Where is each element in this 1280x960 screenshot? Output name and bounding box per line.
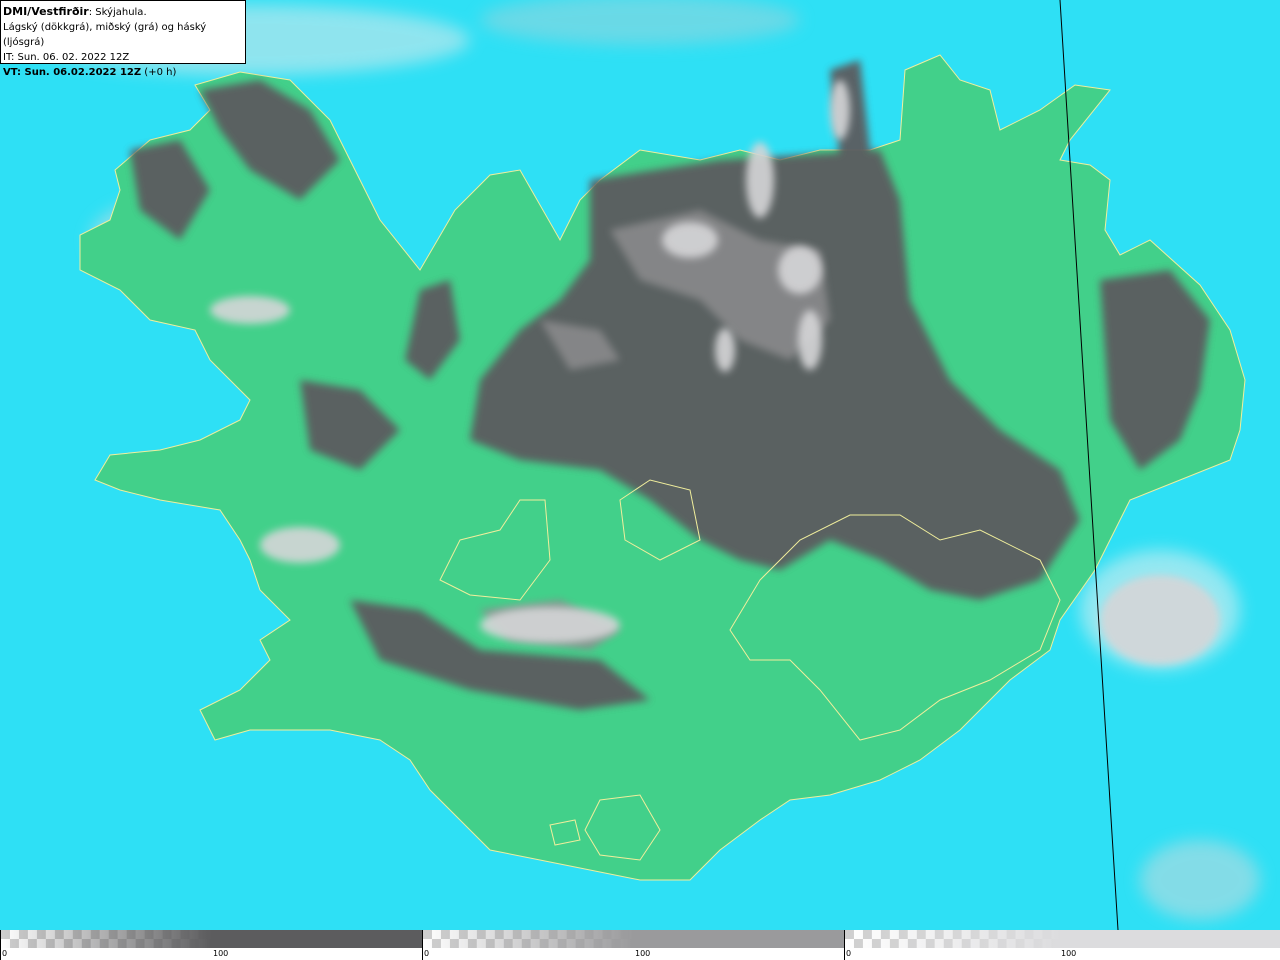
map-header: DMI/Vestfirðir: Skýjahula. Lágský (dökkg…: [0, 0, 246, 78]
legend-bar-mid-cloud: [423, 930, 844, 948]
product-name: : Skýjahula.: [88, 7, 147, 18]
legend-min-label: 0: [424, 949, 430, 958]
color-legend: 0 100 0 100 0 100: [0, 930, 1280, 960]
header-title-line: DMI/Vestfirðir: Skýjahula.: [3, 4, 245, 20]
legend-gradient: [423, 930, 844, 948]
valid-time-line: VT: Sun. 06.02.2022 12Z (+0 h): [3, 65, 245, 80]
legend-min-label: 0: [2, 949, 8, 958]
cloud-cover-map: [0, 0, 1280, 930]
issue-time: IT: Sun. 06. 02. 2022 12Z: [3, 52, 130, 63]
product-source: DMI/Vestfirðir: [3, 5, 89, 18]
legend-high-cloud: 0 100: [844, 930, 1280, 960]
product-description: Lágský (dökkgrá), miðský (grá) og háský …: [3, 22, 207, 48]
legend-mid-cloud: 0 100: [422, 930, 844, 960]
legend-mid-label: 100: [213, 949, 229, 958]
legend-mid-label: 100: [1061, 949, 1077, 958]
valid-offset: (+0 h): [141, 67, 177, 78]
valid-time: VT: Sun. 06.02.2022 12Z: [3, 67, 142, 78]
legend-mid-label: 100: [635, 949, 651, 958]
legend-gradient: [845, 930, 1280, 948]
legend-low-cloud: 0 100: [0, 930, 422, 960]
legend-min-label: 0: [846, 949, 852, 958]
legend-gradient: [1, 930, 422, 948]
legend-bar-low-cloud: [1, 930, 422, 948]
legend-bar-high-cloud: [845, 930, 1280, 948]
